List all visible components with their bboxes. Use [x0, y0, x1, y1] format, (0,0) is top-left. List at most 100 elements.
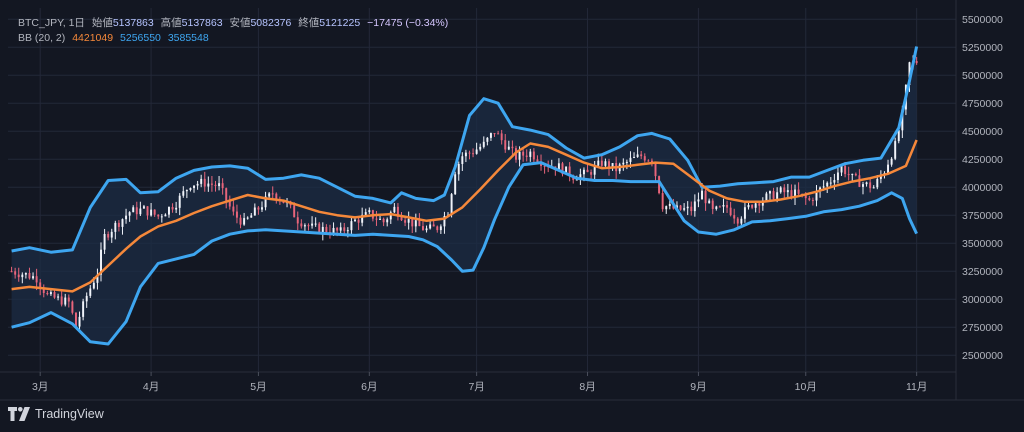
candle-up: [250, 215, 253, 218]
candle-up: [354, 219, 356, 222]
candle-down: [375, 218, 378, 220]
price-tick-label: 3500000: [962, 238, 1003, 250]
candle-up: [386, 219, 389, 223]
time-tick-label: 11月: [906, 381, 927, 393]
candle-down: [232, 206, 235, 212]
candle-down: [46, 293, 49, 295]
candle-up: [128, 212, 131, 216]
candle-up: [740, 218, 743, 224]
price-tick-label: 4000000: [962, 182, 1003, 194]
candle-up: [622, 162, 625, 165]
candle-down: [915, 60, 918, 64]
candle-up: [665, 206, 668, 210]
candle-down: [257, 207, 260, 210]
candle-down: [107, 233, 110, 238]
time-tick-label: 9月: [690, 381, 706, 393]
candle-down: [418, 220, 421, 227]
candle-up: [486, 137, 489, 142]
candle-up: [876, 178, 879, 188]
candle-up: [218, 183, 221, 187]
tradingview-brand[interactable]: TradingView: [8, 407, 104, 421]
candle-up: [261, 207, 263, 210]
time-tick-label: 5月: [250, 381, 266, 393]
candle-up: [182, 191, 185, 196]
candle-up: [633, 156, 636, 158]
candle-up: [894, 141, 897, 159]
bb-upper-value: 5256550: [120, 32, 161, 44]
candle-up: [715, 206, 718, 209]
candle-down: [808, 198, 811, 200]
candle-down: [67, 297, 70, 302]
time-tick-label: 6月: [361, 381, 377, 393]
price-chart[interactable]: 2500000 2750000 3000000 3250000 3500000 37500…: [0, 0, 1024, 432]
candle-up: [110, 231, 113, 238]
candle-down: [60, 296, 63, 305]
candle-down: [844, 165, 847, 175]
candle-down: [336, 227, 339, 231]
candle-up: [364, 212, 367, 215]
candle-down: [271, 193, 274, 195]
candle-down: [729, 207, 732, 216]
candle-up: [429, 224, 432, 229]
candle-down: [525, 155, 528, 157]
candle-up: [85, 295, 88, 302]
price-tick-label: 3750000: [962, 210, 1003, 222]
price-tick-label: 3000000: [962, 294, 1003, 306]
bb-lower-value: 3585548: [167, 32, 209, 44]
candle-up: [887, 164, 890, 174]
candle-up: [779, 187, 782, 193]
time-tick-label: 3月: [32, 381, 48, 393]
price-tick-label: 4500000: [962, 126, 1003, 138]
candle-up: [786, 190, 789, 193]
candle-up: [393, 206, 396, 213]
price-tick-label: 2500000: [962, 350, 1003, 362]
candle-up: [193, 185, 196, 189]
candle-down: [210, 183, 213, 185]
candle-up: [865, 182, 868, 185]
candle-up: [479, 146, 482, 150]
time-tick-label: 10月: [795, 381, 817, 393]
candle-down: [171, 207, 174, 210]
candle-down: [411, 219, 414, 227]
candle-down: [421, 226, 424, 231]
bb-legend: BB (20, 2) 4421049 5256550 3585548: [18, 32, 213, 44]
candle-down: [758, 203, 761, 206]
candle-up: [303, 225, 306, 227]
candle-up: [743, 207, 746, 219]
candle-up: [200, 178, 203, 184]
candle-up: [64, 297, 67, 305]
candle-down: [343, 227, 346, 231]
candle-up: [92, 282, 95, 289]
bb-indicator-label[interactable]: BB (20, 2): [18, 32, 65, 44]
candle-up: [851, 173, 854, 175]
candle-up: [457, 164, 460, 175]
candle-up: [339, 227, 342, 231]
candle-down: [35, 276, 38, 283]
candle-down: [500, 133, 503, 141]
candle-up: [243, 218, 246, 225]
candle-down: [869, 182, 872, 189]
candle-down: [357, 219, 360, 223]
candle-down: [225, 188, 228, 201]
candle-down: [135, 207, 138, 215]
candle-down: [811, 199, 814, 201]
candle-up: [822, 186, 825, 188]
candle-up: [636, 154, 639, 157]
candle-up: [833, 180, 836, 183]
candle-up: [89, 288, 92, 296]
candle-down: [296, 217, 299, 224]
candle-down: [736, 218, 739, 224]
candle-down: [586, 169, 589, 173]
candle-up: [175, 207, 178, 210]
candle-up: [142, 206, 145, 209]
candle-down: [711, 200, 714, 209]
candle-down: [214, 184, 217, 187]
candle-down: [17, 274, 20, 278]
ohlc-legend: BTC_JPY, 1日 始値5137863 高値5137863 安値508237…: [18, 15, 452, 30]
candle-up: [683, 208, 686, 210]
price-tick-label: 5500000: [962, 14, 1003, 26]
candle-up: [139, 208, 142, 215]
candle-up: [489, 133, 492, 138]
candle-up: [379, 218, 382, 220]
open-value: 5137863: [112, 17, 154, 29]
